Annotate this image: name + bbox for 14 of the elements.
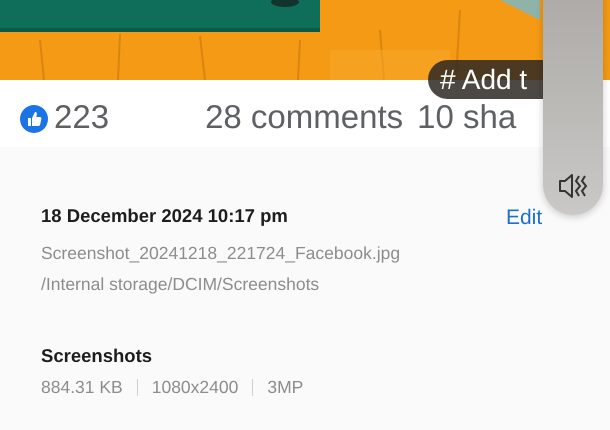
file-detail: 3MP bbox=[267, 376, 304, 398]
comments-link[interactable]: 28 comments bbox=[205, 100, 404, 133]
edit-link[interactable]: Edit bbox=[506, 202, 542, 234]
file-name: Screenshot_20241218_221724_Facebook.jpg bbox=[41, 242, 402, 265]
add-tag-button[interactable]: # Add t bbox=[428, 60, 543, 99]
file-detail: 884.31 KB bbox=[41, 376, 123, 398]
date-time: 18 December 2024 10:17 pm bbox=[41, 204, 288, 228]
file-path: /Internal storage/DCIM/Screenshots bbox=[41, 272, 320, 296]
volume-slider[interactable] bbox=[543, 0, 603, 215]
like-icon bbox=[20, 105, 48, 133]
like-count: 223 bbox=[54, 100, 110, 133]
shares-link[interactable]: 10 sha bbox=[417, 100, 516, 133]
file-detail: 1080x2400 bbox=[152, 376, 238, 398]
album-name: Screenshots bbox=[41, 344, 154, 368]
